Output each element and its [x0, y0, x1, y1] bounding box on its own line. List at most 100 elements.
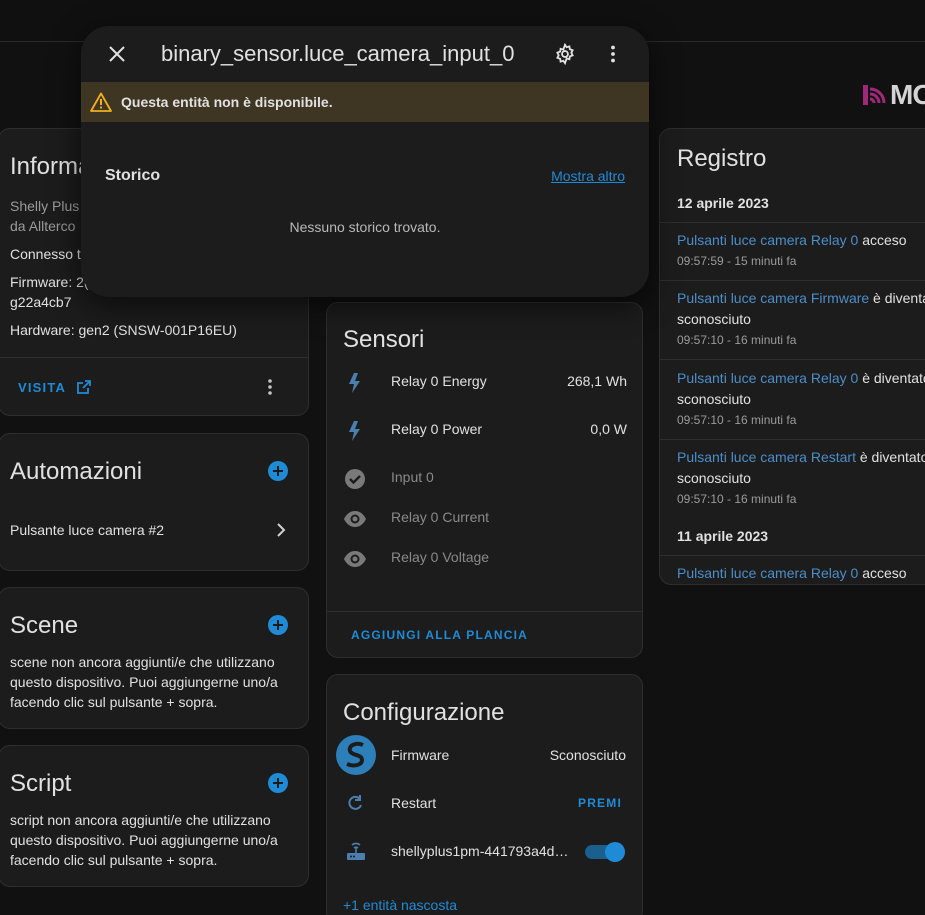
chevron-right-icon	[277, 523, 286, 537]
log-action: acceso	[858, 565, 907, 581]
sensor-row-input[interactable]: Input 0	[327, 467, 642, 491]
configuration-title: Configurazione	[343, 699, 505, 726]
sensor-row-current[interactable]: Relay 0 Current	[327, 507, 642, 531]
log-time: 09:57:10 - 16 minuti fa	[677, 413, 797, 427]
log-action-cont: sconosciuto	[677, 470, 751, 486]
more-vertical-icon[interactable]	[260, 377, 280, 397]
automations-card: Automazioni Pulsante luce camera #2	[0, 433, 309, 571]
log-entry: Pulsanti luce camera Relay 0 è diventato…	[677, 368, 925, 427]
scenes-card: Scene scene non ancora aggiunti/e che ut…	[0, 587, 309, 729]
device-info-title: Informa	[10, 153, 92, 180]
eye-icon	[344, 551, 366, 567]
automation-item[interactable]: Pulsante luce camera #2	[0, 518, 308, 542]
add-script-button[interactable]	[268, 773, 288, 793]
scripts-title: Script	[10, 770, 72, 797]
scenes-title: Scene	[10, 612, 79, 639]
add-to-dashboard-button[interactable]: AGGIUNGI ALLA PLANCIA	[351, 628, 528, 642]
log-entity-link[interactable]: Pulsanti luce camera Relay 0	[677, 370, 858, 386]
log-time: 09:57:10 - 16 minuti fa	[677, 333, 797, 347]
entity-dialog: binary_sensor.luce_camera_input_0 Questa…	[81, 26, 649, 297]
gear-icon[interactable]	[554, 43, 576, 65]
config-device-label: shellyplus1pm-441793a4d…	[391, 843, 569, 859]
device-firmware-cont: g22a4cb7	[10, 294, 72, 310]
automation-item-label: Pulsante luce camera #2	[10, 522, 165, 538]
scenes-desc-3: facendo clic sul pulsante + sopra.	[10, 694, 218, 710]
log-divider	[660, 555, 925, 556]
log-date-2: 11 aprile 2023	[677, 528, 769, 544]
device-hardware: Hardware: gen2 (SNSW-001P16EU)	[10, 322, 237, 338]
device-toggle[interactable]	[585, 842, 625, 862]
scripts-desc-2: questo dispositivo. Puoi aggiungerne uno…	[10, 832, 278, 848]
device-firmware: Firmware: 2(	[10, 274, 89, 290]
log-date-1: 12 aprile 2023	[677, 195, 769, 211]
brand-logo: MO	[862, 79, 925, 110]
config-restart-label: Restart	[391, 795, 437, 811]
sensor-row-energy[interactable]: Relay 0 Energy 268,1 Wh	[327, 371, 642, 395]
config-firmware-label: Firmware	[391, 747, 450, 763]
log-action-cont: sconosciuto	[677, 311, 751, 327]
restart-icon	[348, 795, 362, 810]
router-icon	[347, 842, 365, 860]
info-divider	[0, 357, 308, 358]
scenes-desc-2: questo dispositivo. Puoi aggiungerne uno…	[10, 674, 278, 690]
log-divider	[660, 280, 925, 281]
log-divider	[660, 439, 925, 440]
sensor-row-power[interactable]: Relay 0 Power 0,0 W	[327, 419, 642, 443]
automations-title: Automazioni	[10, 458, 143, 485]
log-entity-link[interactable]: Pulsanti luce camera Relay 0	[677, 232, 858, 248]
flash-icon	[349, 373, 360, 393]
sensor-name: Relay 0 Energy	[391, 373, 487, 389]
sensors-title: Sensori	[343, 326, 425, 353]
logo-text: MO	[890, 79, 925, 110]
log-entity-link[interactable]: Pulsanti luce camera Restart	[677, 449, 856, 465]
log-entity-link[interactable]: Pulsanti luce camera Firmware	[677, 290, 869, 306]
logbook-card: Registro 12 aprile 2023 Pulsanti luce ca…	[659, 128, 925, 585]
device-connection: Connesso t	[10, 246, 81, 262]
flash-icon	[349, 421, 360, 441]
add-automation-button[interactable]	[268, 461, 288, 481]
log-entry: Pulsanti luce camera Restart è diventato…	[677, 447, 925, 506]
show-more-link[interactable]: Mostra altro	[551, 168, 625, 184]
log-entity-link[interactable]: Pulsanti luce camera Relay 0	[677, 565, 858, 581]
add-scene-button[interactable]	[268, 615, 288, 635]
sensor-name: Relay 0 Current	[391, 509, 490, 525]
log-divider	[660, 359, 925, 360]
log-entry: Pulsanti luce camera Relay 0 acceso	[677, 563, 925, 584]
log-action: acceso	[858, 232, 907, 248]
log-action: è diventa	[869, 290, 925, 306]
eye-icon	[344, 511, 366, 527]
log-action-cont: sconosciuto	[677, 391, 751, 407]
log-time: 09:57:10 - 16 minuti fa	[677, 492, 797, 506]
sensor-value: 268,1 Wh	[567, 373, 627, 389]
sensor-name: Relay 0 Power	[391, 421, 483, 437]
wifi-logo-icon	[863, 85, 886, 105]
scripts-desc-3: facendo clic sul pulsante + sopra.	[10, 852, 218, 868]
sensor-value: 0,0 W	[590, 421, 627, 437]
log-time: 09:57:59 - 15 minuti fa	[677, 254, 797, 268]
check-circle-icon	[345, 469, 365, 489]
scripts-desc-1: script non ancora aggiunti/e che utilizz…	[10, 812, 271, 828]
hidden-entities-link[interactable]: +1 entità nascosta	[343, 895, 457, 915]
warning-icon	[90, 92, 112, 112]
device-manufacturer: da Allterco	[10, 218, 76, 234]
logbook-title: Registro	[677, 145, 767, 172]
log-action: è diventato	[858, 370, 925, 386]
open-external-icon	[77, 380, 92, 394]
log-divider	[660, 222, 925, 223]
more-vertical-icon[interactable]	[603, 44, 623, 64]
device-model: Shelly Plus	[10, 198, 80, 214]
sensors-divider	[327, 611, 642, 612]
config-firmware-value: Sconosciuto	[549, 747, 626, 763]
sensor-row-voltage[interactable]: Relay 0 Voltage	[327, 547, 642, 571]
close-icon[interactable]	[108, 45, 126, 63]
shelly-logo-icon	[336, 735, 376, 775]
log-entry: Pulsanti luce camera Firmware è diventa …	[677, 288, 925, 347]
log-action: è diventato	[855, 449, 925, 465]
restart-press-button[interactable]: PREMI	[578, 796, 622, 810]
unavailable-warning: Questa entità non è disponibile.	[81, 82, 649, 122]
configuration-card: Configurazione Firmware Sconosciuto Rest…	[326, 674, 643, 915]
sensors-card: Sensori Relay 0 Energy 268,1 Wh Relay 0 …	[326, 302, 643, 658]
log-entry: Pulsanti luce camera Relay 0 acceso 09:5…	[677, 230, 925, 268]
visit-button[interactable]: VISITA	[18, 379, 92, 395]
visit-label: VISITA	[18, 379, 67, 395]
